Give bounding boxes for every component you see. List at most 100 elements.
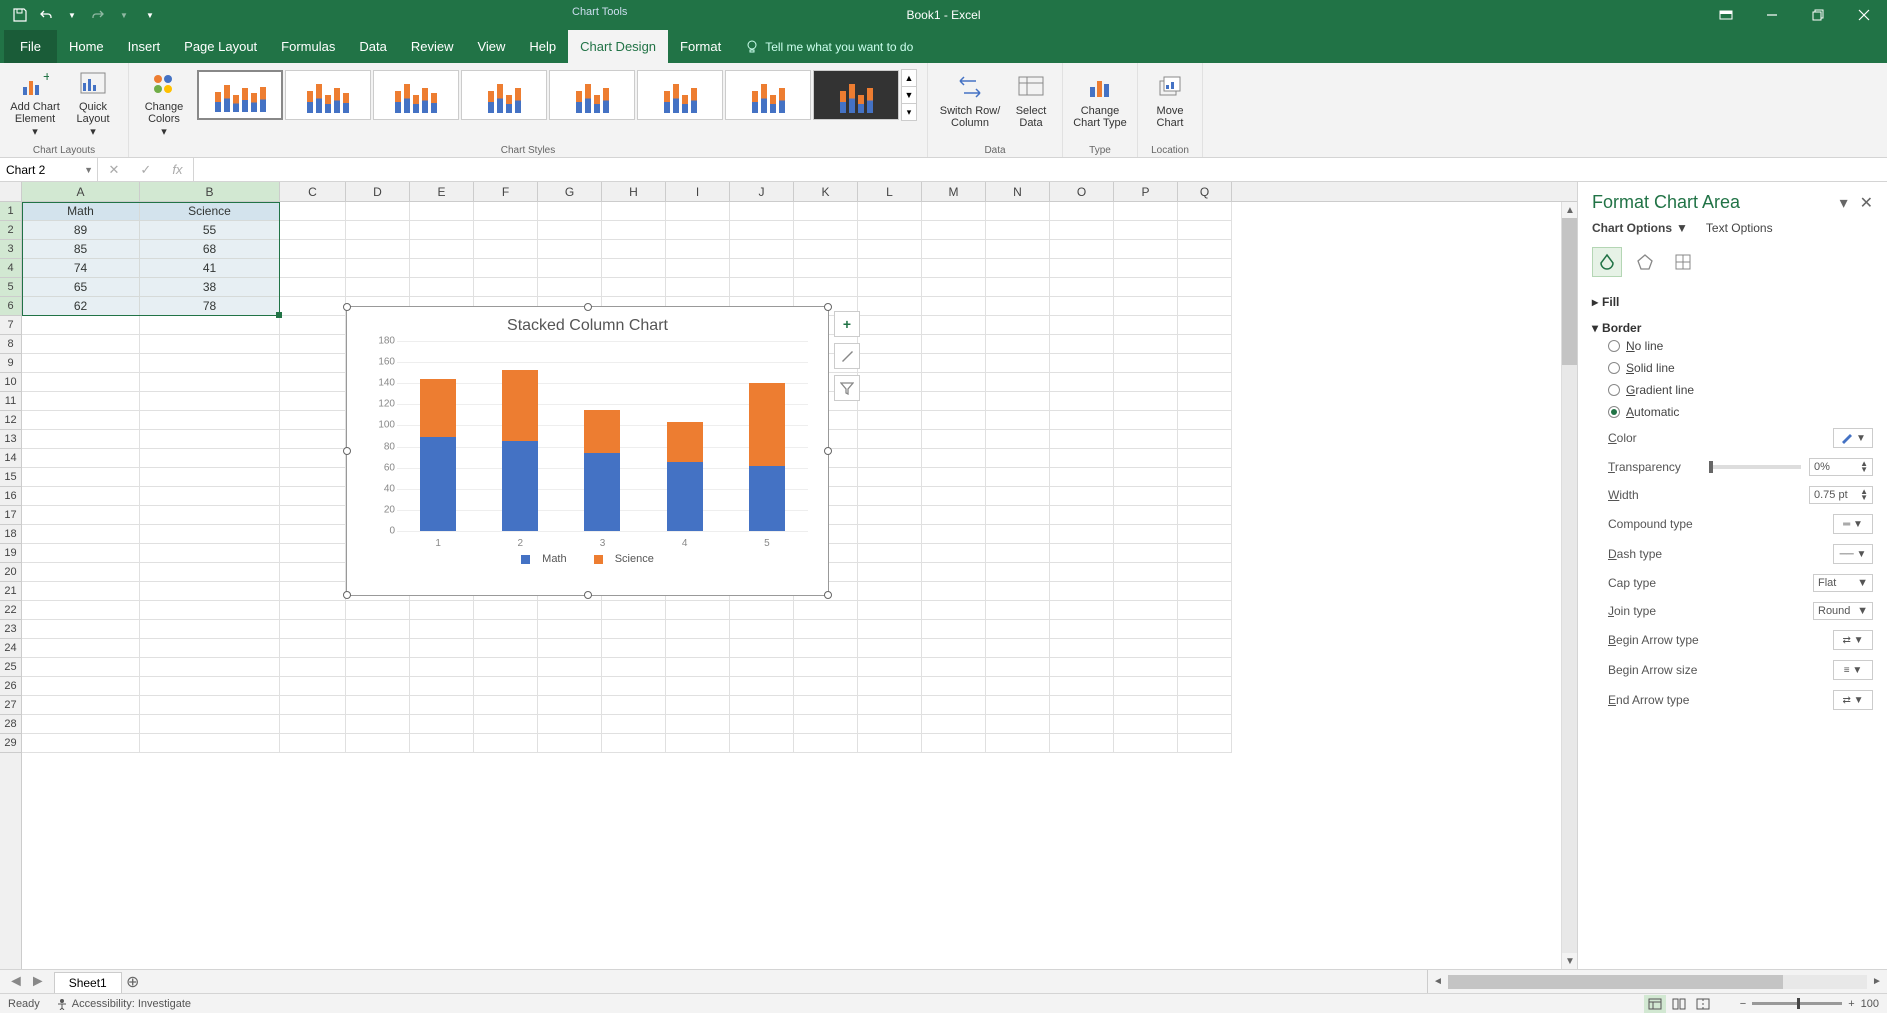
- cell[interactable]: [474, 601, 538, 620]
- cell[interactable]: [22, 563, 140, 582]
- cell[interactable]: [346, 221, 410, 240]
- column-header[interactable]: I: [666, 182, 730, 201]
- row-header[interactable]: 16: [0, 487, 21, 506]
- cell[interactable]: [346, 696, 410, 715]
- cell[interactable]: [922, 620, 986, 639]
- cell[interactable]: [474, 677, 538, 696]
- bar-segment[interactable]: [502, 370, 538, 442]
- cell[interactable]: [1178, 259, 1232, 278]
- cell[interactable]: [858, 525, 922, 544]
- cell[interactable]: [666, 677, 730, 696]
- cell[interactable]: [474, 620, 538, 639]
- column-header[interactable]: Q: [1178, 182, 1232, 201]
- resize-handle[interactable]: [824, 591, 832, 599]
- cell[interactable]: [922, 392, 986, 411]
- cell[interactable]: [794, 734, 858, 753]
- cell[interactable]: [1050, 582, 1114, 601]
- resize-handle[interactable]: [343, 591, 351, 599]
- cell[interactable]: [280, 601, 346, 620]
- bar-segment[interactable]: [584, 410, 620, 453]
- tab-view[interactable]: View: [465, 30, 517, 63]
- cell[interactable]: [22, 354, 140, 373]
- resize-handle[interactable]: [343, 447, 351, 455]
- column-header[interactable]: N: [986, 182, 1050, 201]
- cell[interactable]: [666, 734, 730, 753]
- cell[interactable]: [922, 411, 986, 430]
- cell[interactable]: [22, 639, 140, 658]
- cell[interactable]: [922, 335, 986, 354]
- tab-formulas[interactable]: Formulas: [269, 30, 347, 63]
- column-header[interactable]: L: [858, 182, 922, 201]
- zoom-level[interactable]: 100: [1861, 998, 1879, 1010]
- row-header[interactable]: 22: [0, 601, 21, 620]
- chart-style-4[interactable]: [461, 70, 547, 120]
- cell[interactable]: [140, 734, 280, 753]
- cell[interactable]: [922, 221, 986, 240]
- cell[interactable]: [346, 240, 410, 259]
- row-header[interactable]: 18: [0, 525, 21, 544]
- cell[interactable]: [140, 392, 280, 411]
- cell[interactable]: 85: [22, 240, 140, 259]
- cell[interactable]: [858, 468, 922, 487]
- cell[interactable]: [22, 430, 140, 449]
- cell[interactable]: [602, 677, 666, 696]
- styles-expand-icon[interactable]: ▾: [902, 104, 916, 120]
- cell[interactable]: [538, 658, 602, 677]
- cell[interactable]: [22, 468, 140, 487]
- bar-stack[interactable]: 3: [584, 410, 620, 531]
- chevron-down-icon[interactable]: ▼: [84, 165, 93, 175]
- cell[interactable]: [1178, 487, 1232, 506]
- cell[interactable]: [666, 240, 730, 259]
- row-header[interactable]: 28: [0, 715, 21, 734]
- scroll-left-icon[interactable]: ◄: [1430, 974, 1446, 990]
- row-header[interactable]: 7: [0, 316, 21, 335]
- zoom-in-icon[interactable]: +: [1848, 998, 1854, 1010]
- bar-segment[interactable]: [749, 466, 785, 531]
- transparency-input[interactable]: 0%▲▼: [1809, 458, 1873, 476]
- scroll-right-icon[interactable]: ►: [1869, 974, 1885, 990]
- cell[interactable]: 41: [140, 259, 280, 278]
- chart-title[interactable]: Stacked Column Chart: [347, 307, 828, 341]
- cell[interactable]: [1050, 259, 1114, 278]
- cell[interactable]: [280, 715, 346, 734]
- save-icon[interactable]: [10, 5, 30, 25]
- cell[interactable]: [986, 506, 1050, 525]
- effects-icon[interactable]: [1630, 247, 1660, 277]
- column-header[interactable]: F: [474, 182, 538, 201]
- bar-segment[interactable]: [667, 462, 703, 531]
- cell[interactable]: [1178, 563, 1232, 582]
- cell[interactable]: [346, 677, 410, 696]
- cell[interactable]: [858, 202, 922, 221]
- row-header[interactable]: 5: [0, 278, 21, 297]
- cell[interactable]: [22, 734, 140, 753]
- column-header[interactable]: P: [1114, 182, 1178, 201]
- column-header[interactable]: O: [1050, 182, 1114, 201]
- cell[interactable]: [1050, 297, 1114, 316]
- cell[interactable]: [1050, 221, 1114, 240]
- tab-help[interactable]: Help: [517, 30, 568, 63]
- cell[interactable]: [140, 468, 280, 487]
- chart-styles-button[interactable]: [834, 343, 860, 369]
- cell[interactable]: [666, 620, 730, 639]
- cell[interactable]: [986, 411, 1050, 430]
- cell[interactable]: [602, 278, 666, 297]
- cell[interactable]: [140, 354, 280, 373]
- pane-dropdown-icon[interactable]: ▾: [1840, 193, 1848, 213]
- cell[interactable]: [1114, 449, 1178, 468]
- cell[interactable]: [140, 696, 280, 715]
- cell[interactable]: [1178, 468, 1232, 487]
- cell[interactable]: [922, 354, 986, 373]
- tab-text-options[interactable]: Text Options: [1706, 221, 1773, 235]
- cell[interactable]: [858, 506, 922, 525]
- cell[interactable]: [22, 373, 140, 392]
- chart-style-5[interactable]: [549, 70, 635, 120]
- radio-gradient-line[interactable]: Gradient line: [1592, 379, 1873, 401]
- cell[interactable]: [858, 639, 922, 658]
- cell[interactable]: [922, 658, 986, 677]
- cell[interactable]: 74: [22, 259, 140, 278]
- row-header[interactable]: 4: [0, 259, 21, 278]
- cell[interactable]: [474, 696, 538, 715]
- styles-scroll-up-icon[interactable]: ▲: [902, 70, 916, 87]
- cell[interactable]: [1178, 354, 1232, 373]
- select-all-corner[interactable]: [0, 182, 22, 201]
